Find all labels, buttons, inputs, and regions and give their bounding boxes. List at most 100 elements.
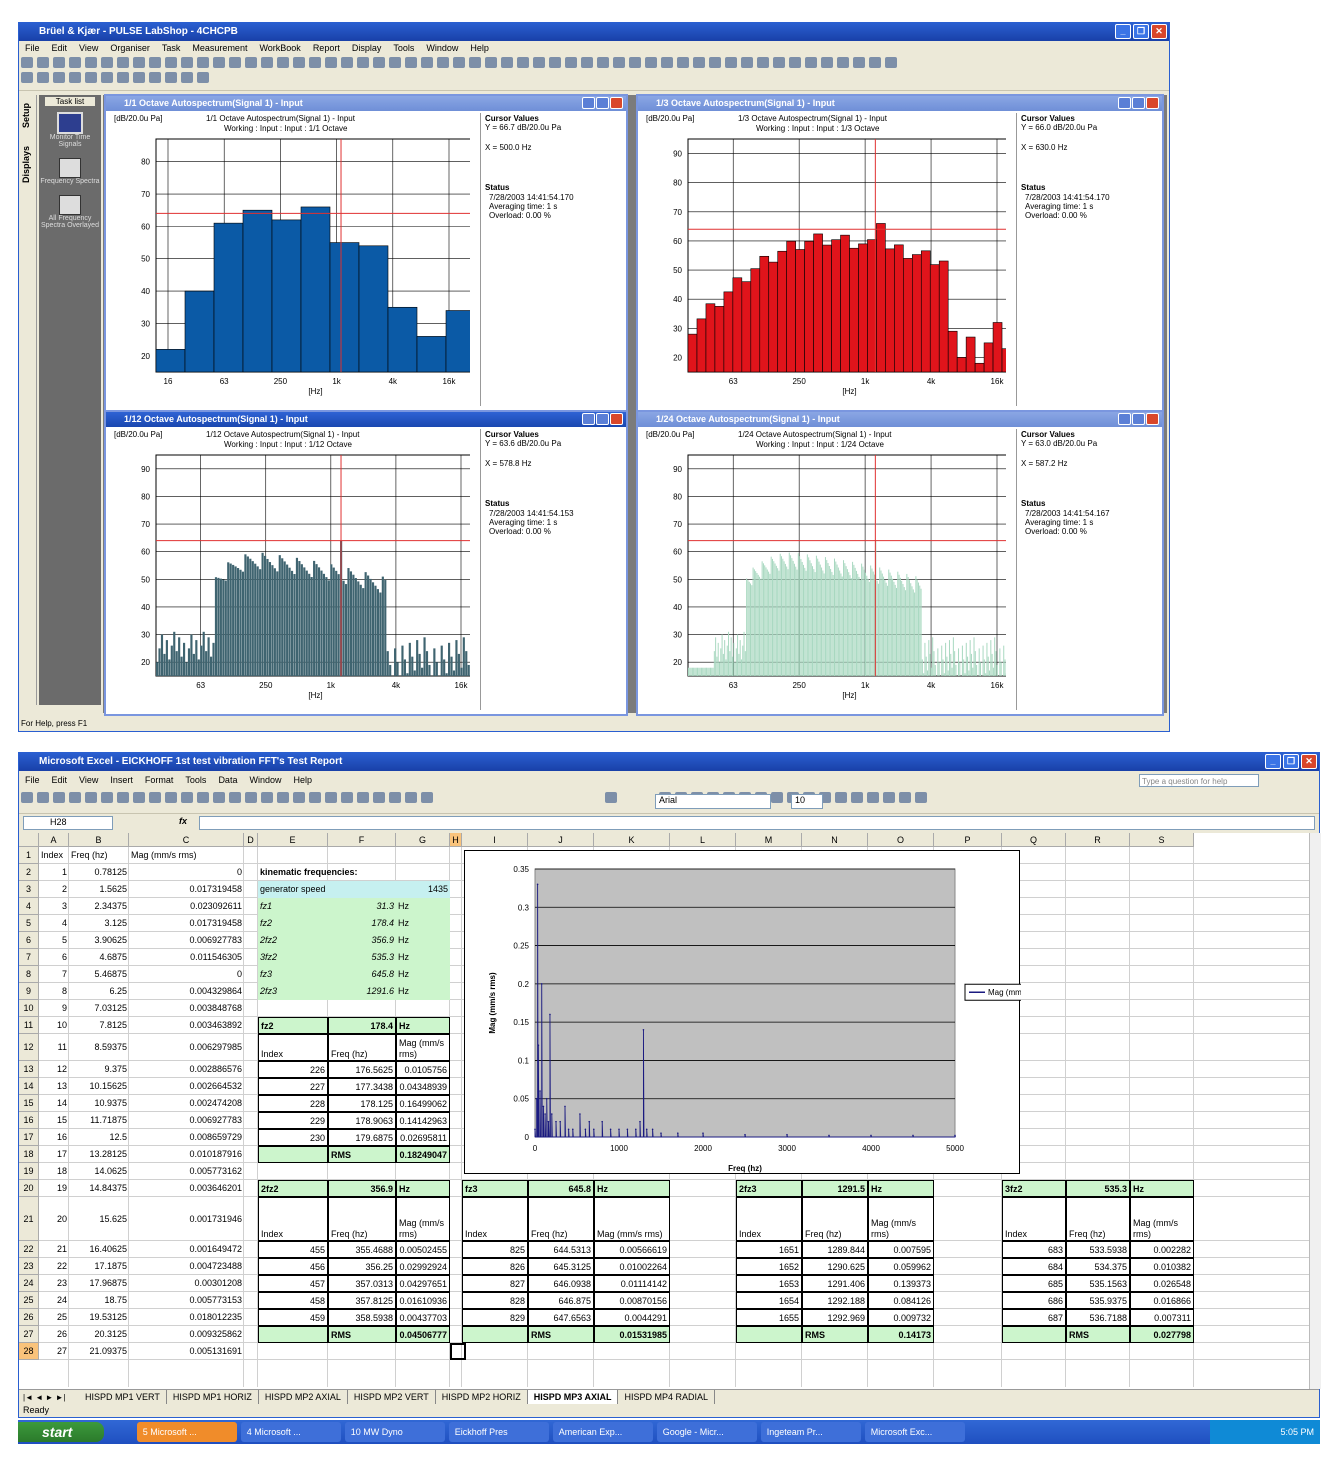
- column-header[interactable]: O: [868, 833, 934, 847]
- kinematic-value[interactable]: 535.3: [328, 949, 396, 966]
- block-cell[interactable]: 0.0105756: [396, 1061, 450, 1078]
- toolbar-button-icon[interactable]: [581, 57, 593, 68]
- toolbar-button-icon[interactable]: [773, 57, 785, 68]
- mag-cell[interactable]: 0.011546305: [129, 949, 244, 966]
- kinematic-value[interactable]: 31.3: [328, 898, 396, 915]
- toolbar-button-icon[interactable]: [885, 57, 897, 68]
- toolbar-button-icon[interactable]: [21, 72, 33, 83]
- index-cell[interactable]: 11: [39, 1034, 69, 1061]
- column-header[interactable]: Q: [1002, 833, 1066, 847]
- mag-cell[interactable]: 0.009325862: [129, 1326, 244, 1343]
- column-header[interactable]: J: [528, 833, 594, 847]
- freq-cell[interactable]: 19.53125: [69, 1309, 129, 1326]
- toolbar-button-icon[interactable]: [85, 792, 97, 803]
- toolbar-button-icon[interactable]: [133, 57, 145, 68]
- toolbar-button-icon[interactable]: [867, 792, 879, 803]
- column-header[interactable]: I: [462, 833, 528, 847]
- toolbar-button-icon[interactable]: [197, 72, 209, 83]
- mag-cell[interactable]: 0.006927783: [129, 1112, 244, 1129]
- block-cell[interactable]: 684: [1002, 1258, 1066, 1275]
- toolbar-button-icon[interactable]: [389, 57, 401, 68]
- spectrum-panel[interactable]: 1/12 Octave Autospectrum(Signal 1) - Inp…: [104, 410, 628, 716]
- kinematic-unit[interactable]: Hz: [396, 983, 450, 1000]
- column-header[interactable]: E: [258, 833, 328, 847]
- block-cell[interactable]: 685: [1002, 1275, 1066, 1292]
- toolbar-button-icon[interactable]: [789, 57, 801, 68]
- kinematic-value[interactable]: 1291.6: [328, 983, 396, 1000]
- block-cell[interactable]: 227: [258, 1078, 328, 1095]
- block-name[interactable]: 2fz3: [736, 1180, 802, 1197]
- rms-blank[interactable]: [258, 1326, 328, 1343]
- panel-close-button[interactable]: [610, 413, 623, 425]
- block-cell[interactable]: 0.02695811: [396, 1129, 450, 1146]
- panel-max-button[interactable]: [1132, 97, 1145, 109]
- block-cell[interactable]: 0.01114142: [594, 1275, 670, 1292]
- block-cell[interactable]: 0.010382: [1130, 1258, 1194, 1275]
- block-cell[interactable]: 457: [258, 1275, 328, 1292]
- pulse-menu-item[interactable]: Display: [352, 41, 382, 55]
- column-header[interactable]: C: [129, 833, 244, 847]
- row-header[interactable]: 9: [19, 983, 39, 1000]
- toolbar-button-icon[interactable]: [117, 57, 129, 68]
- pulse-menu-item[interactable]: Organiser: [110, 41, 150, 55]
- freq-cell[interactable]: 11.71875: [69, 1112, 129, 1129]
- freq-cell[interactable]: 3.90625: [69, 932, 129, 949]
- vertical-scrollbar[interactable]: [1309, 833, 1321, 1389]
- block-cell[interactable]: 0.139373: [868, 1275, 934, 1292]
- toolbar-button-icon[interactable]: [677, 57, 689, 68]
- block-cell[interactable]: 0.002282: [1130, 1241, 1194, 1258]
- block-cell[interactable]: 0.00437703: [396, 1309, 450, 1326]
- block-unit[interactable]: Hz: [594, 1180, 670, 1197]
- block-cell[interactable]: 645.3125: [528, 1258, 594, 1275]
- block-cell[interactable]: 1655: [736, 1309, 802, 1326]
- mag-cell[interactable]: 0.003463892: [129, 1017, 244, 1034]
- mag-cell[interactable]: 0.005131691: [129, 1343, 244, 1360]
- block-cell[interactable]: 0.00502455: [396, 1241, 450, 1258]
- column-header[interactable]: R: [1066, 833, 1130, 847]
- kinematic-label[interactable]: 3fz2: [258, 949, 328, 966]
- pulse-menu-item[interactable]: View: [79, 41, 98, 55]
- block-cell[interactable]: 646.0938: [528, 1275, 594, 1292]
- block-cell[interactable]: 226: [258, 1061, 328, 1078]
- block-cell[interactable]: 0.02992924: [396, 1258, 450, 1275]
- toolbar-button-icon[interactable]: [693, 57, 705, 68]
- block-cell[interactable]: 829: [462, 1309, 528, 1326]
- help-question-input[interactable]: Type a question for help: [1139, 774, 1259, 787]
- block-name[interactable]: 3fz2: [1002, 1180, 1066, 1197]
- sheet-tab[interactable]: HISPD MP4 RADIAL: [618, 1390, 715, 1404]
- index-cell[interactable]: 18: [39, 1163, 69, 1180]
- taskbar-button[interactable]: Google - Micr...: [656, 1422, 757, 1442]
- toolbar-button-icon[interactable]: [405, 792, 417, 803]
- toolbar-button-icon[interactable]: [325, 792, 337, 803]
- row-header[interactable]: 23: [19, 1258, 39, 1275]
- block-cell[interactable]: 230: [258, 1129, 328, 1146]
- block-unit[interactable]: Hz: [1130, 1180, 1194, 1197]
- block-unit[interactable]: Hz: [396, 1180, 450, 1197]
- task-monitor[interactable]: Monitor Time Signals: [39, 112, 101, 148]
- row-header[interactable]: 28: [19, 1343, 39, 1360]
- block-cell[interactable]: 0.00870156: [594, 1292, 670, 1309]
- index-cell[interactable]: 22: [39, 1258, 69, 1275]
- toolbar-button-icon[interactable]: [533, 57, 545, 68]
- spectrum-panel[interactable]: 1/24 Octave Autospectrum(Signal 1) - Inp…: [636, 410, 1164, 716]
- toolbar-button-icon[interactable]: [741, 57, 753, 68]
- row-header[interactable]: 11: [19, 1017, 39, 1034]
- excel-menu-item[interactable]: Edit: [52, 773, 68, 789]
- toolbar-button-icon[interactable]: [293, 792, 305, 803]
- mag-cell[interactable]: 0.005773162: [129, 1163, 244, 1180]
- index-cell[interactable]: 15: [39, 1112, 69, 1129]
- mag-cell[interactable]: 0.002664532: [129, 1078, 244, 1095]
- freq-cell[interactable]: 18.75: [69, 1292, 129, 1309]
- kinematic-label[interactable]: fz2: [258, 915, 328, 932]
- pulse-title-bar[interactable]: Brüel & Kjær - PULSE LabShop - 4CHCPB _ ❐…: [19, 23, 1169, 41]
- rms-value[interactable]: 0.14173: [868, 1326, 934, 1343]
- freq-cell[interactable]: 10.9375: [69, 1095, 129, 1112]
- spectrum-panel[interactable]: 1/1 Octave Autospectrum(Signal 1) - Inpu…: [104, 94, 628, 412]
- block-cell[interactable]: 358.5938: [328, 1309, 396, 1326]
- block-header[interactable]: Mag (mm/s rms): [1130, 1197, 1194, 1241]
- column-header[interactable]: L: [670, 833, 736, 847]
- freq-cell[interactable]: 1.5625: [69, 881, 129, 898]
- block-cell[interactable]: 1652: [736, 1258, 802, 1275]
- pulse-menu-item[interactable]: Window: [426, 41, 458, 55]
- block-unit[interactable]: Hz: [868, 1180, 934, 1197]
